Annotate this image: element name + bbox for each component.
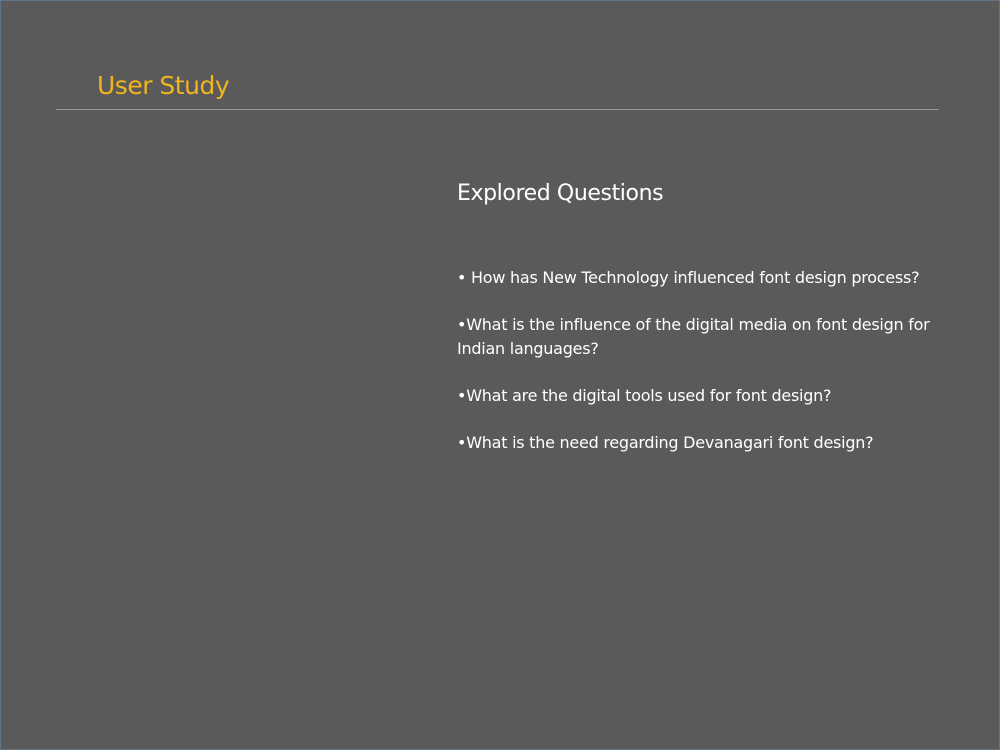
question-item: •What is the influence of the digital me… [457, 315, 930, 358]
presentation-slide: User Study Explored Questions • How has … [0, 0, 1000, 750]
slide-title: User Study [97, 71, 230, 100]
section-heading: Explored Questions [457, 181, 664, 206]
question-item: •What are the digital tools used for fon… [457, 386, 832, 405]
question-item: •What is the need regarding Devanagari f… [457, 433, 874, 452]
question-item: • How has New Technology influenced font… [457, 268, 920, 287]
title-divider [56, 109, 939, 110]
question-list: • How has New Technology influenced font… [457, 266, 945, 478]
